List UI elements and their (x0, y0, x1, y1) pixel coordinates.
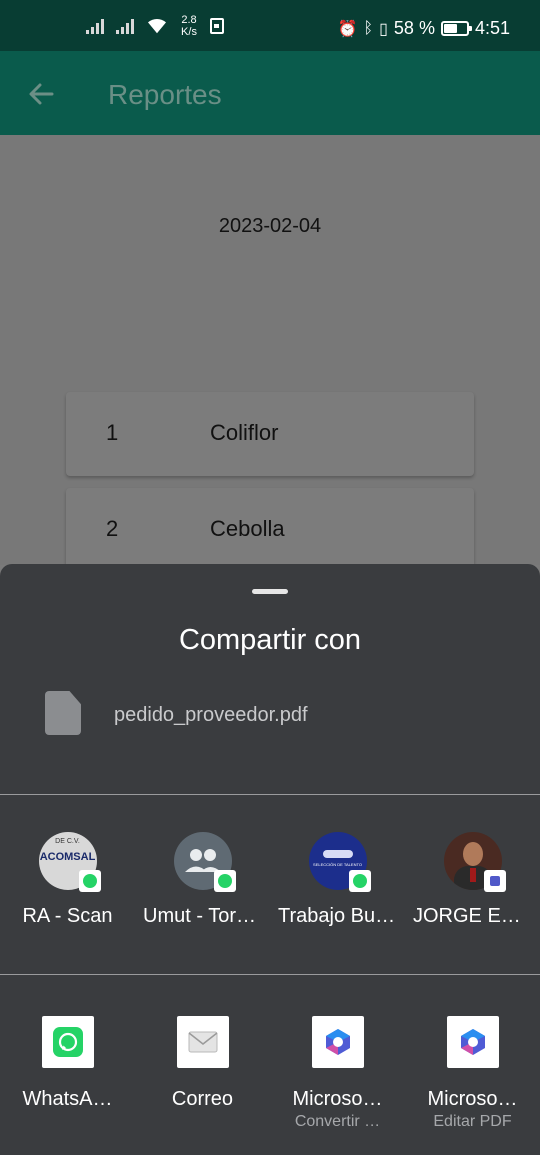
share-target-contact[interactable]: JORGE EDWIN … (405, 832, 540, 928)
mail-icon (176, 1016, 229, 1068)
network-speed: 2.8 K/s (178, 14, 200, 38)
share-target-app[interactable]: Correo (135, 1016, 270, 1111)
table-row[interactable]: 2 Cebolla (66, 488, 474, 572)
row-number: 2 (106, 516, 119, 541)
vibrate-icon: ▯ (379, 20, 388, 38)
signal-strength-icon (116, 18, 136, 34)
file-name: pedido_proveedor.pdf (114, 704, 308, 726)
whatsapp-badge-icon (78, 870, 101, 892)
app-sublabel: Convertir … (294, 1113, 381, 1130)
whatsapp-badge-icon (213, 870, 236, 892)
contact-label: JORGE EDWIN … (413, 905, 540, 927)
whatsapp-icon (41, 1016, 94, 1068)
avatar-logo-text: SELECCIÓN DE TALENTO (313, 862, 362, 867)
share-sheet-title: Compartir con (178, 624, 362, 656)
app-label: Correo (171, 1088, 234, 1110)
arrow-left-icon[interactable] (26, 79, 56, 109)
divider (0, 974, 540, 975)
contact-label: RA - Scan (22, 905, 113, 927)
calendar-icon (210, 18, 224, 34)
microsoft-365-icon (446, 1016, 499, 1068)
contact-label: Umut - Torku - … (143, 905, 270, 927)
divider (0, 794, 540, 795)
row-product: Cebolla (210, 516, 285, 541)
row-number: 1 (106, 420, 119, 445)
whatsapp-badge-icon (348, 870, 371, 892)
file-icon (45, 691, 81, 735)
share-target-contact[interactable]: DE C.V. ACOMSAL RA - Scan (0, 832, 135, 928)
share-target-app[interactable]: WhatsA… (0, 1016, 135, 1111)
app-sublabel: Editar PDF (433, 1113, 512, 1130)
network-speed-value: 2.8 (181, 14, 197, 26)
app-label: Microso… (427, 1088, 518, 1110)
report-date: 2023-02-04 (218, 215, 322, 237)
status-bar: 2.8 K/s ⏰ ᛒ ▯ 58 % 4:51 (0, 0, 540, 51)
microsoft-365-icon (311, 1016, 364, 1068)
page-title: Reportes (108, 79, 222, 110)
contact-label: Trabajo Bussine… (278, 905, 405, 927)
app-label: WhatsA… (22, 1088, 113, 1110)
share-target-app[interactable]: Microso… Convertir … (270, 1016, 405, 1131)
app-label: Microso… (292, 1088, 383, 1110)
row-product: Coliflor (210, 420, 279, 445)
bluetooth-icon: ᛒ (363, 19, 374, 37)
avatar-caption: DE C.V. (55, 838, 80, 845)
wifi-icon (148, 18, 166, 34)
share-sheet: Compartir con pedido_proveedor.pdf DE C.… (0, 564, 540, 1155)
app-bar: Reportes (0, 51, 540, 135)
table-row[interactable]: 1 Coliflor (66, 392, 474, 476)
report-content: 2023-02-04 1 Coliflor 2 Cebolla (0, 135, 540, 572)
signal-strength-icon (86, 18, 106, 34)
drag-handle[interactable] (252, 589, 288, 594)
battery-percent: 58 % (393, 18, 435, 38)
teams-badge-icon (483, 870, 506, 892)
share-target-app[interactable]: Microso… Editar PDF (405, 1016, 540, 1131)
share-target-contact[interactable]: SELECCIÓN DE TALENTO Trabajo Bussine… (270, 832, 405, 928)
battery-icon (440, 21, 472, 36)
network-speed-unit: K/s (181, 26, 197, 38)
clock: 4:51 (474, 18, 510, 38)
share-target-contact[interactable]: Umut - Torku - … (135, 832, 270, 928)
alarm-icon: ⏰ (337, 20, 358, 38)
avatar-logo-text: ACOMSAL (39, 851, 96, 863)
